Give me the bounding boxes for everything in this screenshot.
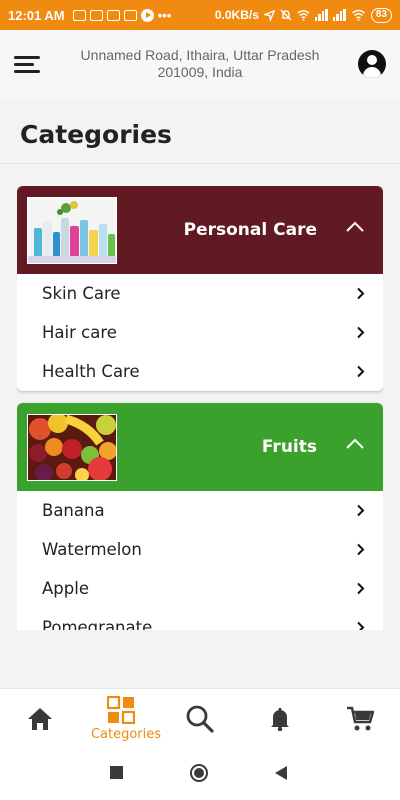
subcategory-label: Health Care (42, 362, 140, 381)
home-icon (28, 708, 52, 730)
category-list[interactable]: Personal Care Skin Care Hair care Health… (17, 186, 383, 630)
category-header-fruits[interactable]: Fruits (17, 403, 383, 491)
app-header: Unnamed Road, Ithaira, Uttar Pradesh 201… (0, 30, 400, 100)
nav-notifications[interactable] (270, 689, 292, 747)
more-dots: ••• (157, 7, 172, 23)
subcategory-list: Skin Care Hair care Health Care (17, 274, 383, 391)
notification-bell-icon (271, 708, 289, 731)
nav-label-categories: Categories (90, 727, 162, 742)
chevron-right-icon (357, 543, 365, 556)
page-title: Categories (20, 120, 172, 149)
hamburger-menu-icon[interactable] (14, 53, 42, 75)
nav-categories[interactable]: Categories (91, 689, 161, 747)
chat-icon (89, 9, 103, 21)
video-icon (123, 9, 137, 21)
status-bar: 12:01 AM ••• 0.0KB/s 83 (0, 0, 400, 30)
subcategory-label: Banana (42, 501, 105, 520)
nav-cart[interactable] (346, 689, 376, 747)
status-right: 0.0KB/s 83 (214, 7, 392, 23)
subcategory-item-banana[interactable]: Banana (17, 491, 383, 530)
subcategory-item-pomegranate[interactable]: Pomegranate (17, 608, 383, 630)
nav-search[interactable] (186, 689, 216, 747)
search-icon (186, 705, 214, 733)
subcategory-item-apple[interactable]: Apple (17, 569, 383, 608)
shopping-cart-icon (347, 706, 374, 731)
location-arrow-icon (263, 9, 275, 21)
chevron-right-icon (357, 504, 365, 517)
category-card-fruits: Fruits Banana Watermelon Apple Pomegrana… (17, 403, 383, 630)
subcategory-item-hair-care[interactable]: Hair care (17, 313, 383, 352)
battery-indicator: 83 (370, 7, 392, 23)
category-card-personal-care: Personal Care Skin Care Hair care Health… (17, 186, 383, 391)
categories-grid-icon (107, 696, 135, 724)
chevron-right-icon (357, 582, 365, 595)
chevron-right-icon (357, 365, 365, 378)
subcategory-list: Banana Watermelon Apple Pomegranate (17, 491, 383, 630)
signal-icon (314, 9, 328, 21)
subcategory-label: Pomegranate (42, 618, 153, 630)
personal-care-image (27, 197, 117, 264)
chevron-right-icon (357, 287, 365, 300)
signal-icon-2 (332, 9, 346, 21)
subcategory-label: Watermelon (42, 540, 142, 559)
message-icon (72, 9, 86, 21)
subcategory-item-health-care[interactable]: Health Care (17, 352, 383, 391)
bottom-navigation: Categories (0, 688, 400, 746)
subcategory-item-watermelon[interactable]: Watermelon (17, 530, 383, 569)
system-navigation-bar (0, 746, 400, 800)
address-line-1: Unnamed Road, Ithaira, Uttar Pradesh (80, 47, 320, 63)
mute-bell-icon (280, 9, 292, 21)
chevron-up-icon[interactable] (345, 437, 365, 451)
back-triangle-icon[interactable] (274, 765, 288, 781)
subcategory-label: Skin Care (42, 284, 121, 303)
chevron-up-icon[interactable] (345, 220, 365, 234)
delivery-address[interactable]: Unnamed Road, Ithaira, Uttar Pradesh 201… (68, 47, 332, 81)
wifi-icon (297, 10, 310, 21)
category-title: Fruits (261, 437, 317, 457)
chevron-right-icon (357, 326, 365, 339)
subcategory-item-skin-care[interactable]: Skin Care (17, 274, 383, 313)
upload-icon (106, 9, 120, 21)
category-title: Personal Care (183, 220, 317, 240)
address-line-2: 201009, India (157, 64, 243, 80)
notification-icons: ••• (72, 7, 172, 23)
play-icon (140, 8, 154, 22)
subcategory-label: Hair care (42, 323, 117, 342)
title-divider (0, 163, 400, 164)
recents-square-icon[interactable] (110, 766, 123, 779)
nav-home[interactable] (26, 689, 54, 747)
chevron-right-icon (357, 621, 365, 630)
network-speed: 0.0KB/s (214, 8, 259, 22)
account-circle-icon[interactable] (358, 50, 386, 78)
status-time: 12:01 AM (8, 7, 65, 23)
home-circle-icon[interactable] (190, 764, 208, 782)
fruits-image (27, 414, 117, 481)
subcategory-label: Apple (42, 579, 89, 598)
wifi-icon-2 (351, 9, 365, 21)
category-header-personal-care[interactable]: Personal Care (17, 186, 383, 274)
